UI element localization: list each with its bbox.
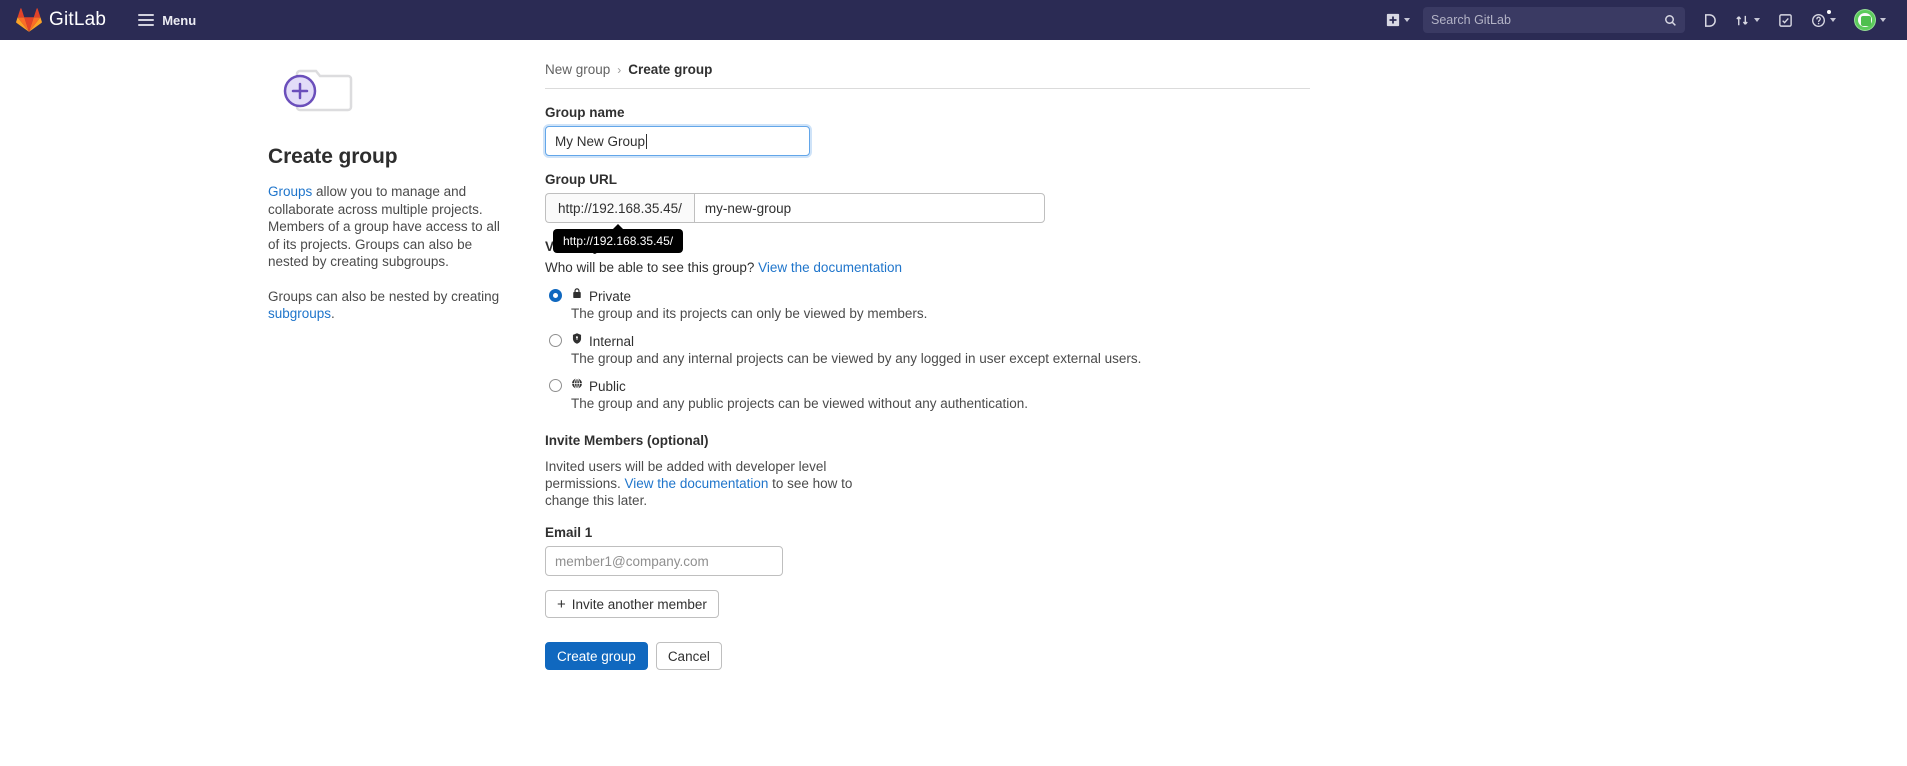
merge-request-icon [1735, 13, 1750, 28]
brand-name: GitLab [49, 9, 107, 30]
todo-checkbox-icon [1778, 13, 1793, 28]
internal-description: The group and any internal projects can … [571, 351, 1142, 366]
question-circle-icon [1811, 13, 1826, 28]
hamburger-icon [138, 14, 155, 26]
public-description: The group and any public projects can be… [571, 396, 1029, 411]
chevron-down-icon [1880, 18, 1886, 22]
shield-icon [571, 332, 583, 350]
plus-icon: + [557, 595, 566, 613]
intro-paragraph-1: Groups allow you to manage and collabora… [268, 183, 500, 271]
visibility-doc-link[interactable]: View the documentation [758, 260, 902, 275]
page-body: Create group Groups allow you to manage … [0, 40, 1907, 670]
notification-dot [1826, 9, 1832, 15]
invite-doc-link[interactable]: View the documentation [625, 476, 769, 491]
plus-square-icon [1386, 13, 1400, 27]
folder-plus-icon [270, 65, 370, 123]
gitlab-logo-icon[interactable] [16, 7, 42, 33]
lock-icon [571, 287, 583, 305]
create-group-button[interactable]: Create group [545, 642, 648, 670]
navbar-left: GitLab Menu [16, 7, 202, 33]
email-1-placeholder: member1@company.com [555, 553, 709, 569]
group-url-value: my-new-group [704, 200, 792, 216]
groups-link[interactable]: Groups [268, 184, 312, 199]
intro-paragraph-2: Groups can also be nested by creating su… [268, 288, 500, 323]
radio-internal[interactable] [549, 334, 562, 347]
create-new-button[interactable] [1377, 0, 1419, 40]
cancel-button[interactable]: Cancel [655, 642, 722, 670]
breadcrumb-current: Create group [628, 62, 713, 77]
subgroups-link[interactable]: subgroups [268, 306, 331, 321]
main-menu-button[interactable]: Menu [132, 9, 202, 32]
private-title: Private [589, 288, 632, 304]
intro-paragraph-2-pre: Groups can also be nested by creating [268, 288, 500, 304]
form-actions: Create group Cancel [545, 642, 1320, 670]
invite-another-member-button[interactable]: + Invite another member [545, 590, 719, 618]
group-url-prefix[interactable]: http://192.168.35.45/ [545, 193, 694, 223]
visibility-option-internal[interactable]: Internal The group and any internal proj… [545, 332, 1320, 366]
visibility-option-private[interactable]: Private The group and its projects can o… [545, 287, 1320, 321]
breadcrumb-separator: › [617, 62, 622, 77]
group-name-input[interactable]: My New Group [545, 126, 810, 156]
user-menu-button[interactable] [1845, 0, 1895, 40]
issues-button[interactable] [1693, 0, 1726, 40]
radio-private[interactable] [549, 289, 562, 302]
intro-panel: Create group Groups allow you to manage … [260, 62, 545, 670]
invite-another-label: Invite another member [571, 596, 707, 612]
breadcrumb-parent[interactable]: New group [545, 62, 610, 77]
private-description: The group and its projects can only be v… [571, 306, 928, 321]
email-1-input[interactable]: member1@company.com [545, 546, 783, 576]
avatar [1854, 9, 1876, 31]
help-button[interactable] [1802, 0, 1845, 40]
menu-label: Menu [162, 12, 197, 28]
visibility-option-public[interactable]: Public The group and any public projects… [545, 377, 1320, 411]
chevron-down-icon [1754, 18, 1760, 22]
search-icon [1664, 14, 1677, 27]
email-1-label: Email 1 [545, 525, 593, 540]
internal-title: Internal [589, 333, 635, 349]
text-cursor [646, 133, 648, 149]
visibility-question-text: Who will be able to see this group? [545, 260, 755, 275]
issues-icon [1702, 13, 1717, 28]
group-url-input[interactable]: my-new-group [693, 193, 1045, 223]
todos-button[interactable] [1769, 0, 1802, 40]
breadcrumb: New group › Create group [545, 62, 1310, 89]
invite-members-heading: Invite Members (optional) [545, 433, 709, 448]
search-input[interactable]: Search GitLab [1423, 7, 1685, 33]
invite-members-note: Invited users will be added with develop… [545, 458, 875, 509]
visibility-question: Who will be able to see this group? View… [545, 260, 1320, 275]
intro-paragraph-2-post: . [331, 306, 335, 321]
group-name-label: Group name [545, 105, 625, 120]
navbar-right: Search GitLab [1377, 0, 1895, 40]
page-title: Create group [268, 145, 398, 168]
group-name-value: My New Group [555, 133, 646, 149]
globe-icon [571, 377, 583, 395]
radio-public[interactable] [549, 379, 562, 392]
group-url-label: Group URL [545, 172, 617, 187]
chevron-down-icon [1830, 18, 1836, 22]
top-navbar: GitLab Menu Search GitLab [0, 0, 1907, 40]
public-title: Public [589, 378, 626, 394]
chevron-down-icon [1404, 18, 1410, 22]
create-group-form: New group › Create group Group name My N… [545, 62, 1320, 670]
search-placeholder: Search GitLab [1431, 13, 1511, 27]
merge-requests-button[interactable] [1726, 0, 1769, 40]
group-url-row: http://192.168.35.45/ my-new-group http:… [545, 193, 1045, 253]
group-url-tooltip: http://192.168.35.45/ [553, 224, 684, 253]
